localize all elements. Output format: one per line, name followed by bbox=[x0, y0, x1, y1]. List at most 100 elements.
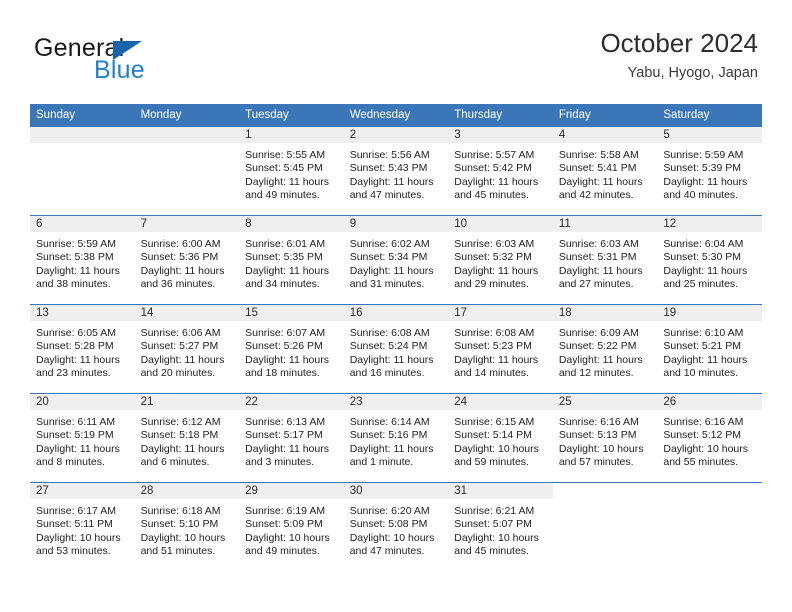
weekday-header-friday: Friday bbox=[552, 104, 658, 127]
day-number: 19 bbox=[657, 305, 762, 321]
weekday-header-monday: Monday bbox=[134, 104, 240, 127]
general-blue-logo[interactable]: General Blue bbox=[34, 34, 244, 88]
calendar-day-cell[interactable]: 11 Sunrise: 6:03 AM Sunset: 5:31 PM Dayligh… bbox=[552, 216, 658, 304]
day-number: 10 bbox=[448, 216, 553, 232]
day-number: 30 bbox=[343, 483, 449, 499]
sunset-text: Sunset: 5:35 PM bbox=[245, 251, 323, 264]
day-sun-info: Sunrise: 6:00 AM Sunset: 5:36 PM Daylight:… bbox=[135, 232, 240, 292]
calendar-day-cell[interactable]: 28 Sunrise: 6:18 AM Sunset: 5:10 PM Dayligh… bbox=[134, 483, 240, 571]
day-sun-info: Sunrise: 6:03 AM Sunset: 5:32 PM Daylight:… bbox=[448, 232, 553, 292]
calendar-day-cell[interactable]: 13 Sunrise: 6:05 AM Sunset: 5:28 PM Dayligh… bbox=[30, 305, 135, 393]
calendar-day-cell[interactable]: 18 Sunrise: 6:09 AM Sunset: 5:22 PM Dayligh… bbox=[552, 305, 658, 393]
day-number: 7 bbox=[134, 216, 240, 232]
calendar-day-cell[interactable]: 19 Sunrise: 6:10 AM Sunset: 5:21 PM Dayligh… bbox=[657, 305, 762, 393]
daylight-text: Daylight: 10 hours and 49 minutes. bbox=[245, 531, 330, 558]
calendar-day-cell[interactable]: 9 Sunrise: 6:02 AM Sunset: 5:34 PM Daylight… bbox=[343, 216, 449, 304]
daylight-text: Daylight: 11 hours and 12 minutes. bbox=[558, 353, 643, 380]
calendar-day-cell[interactable]: 29 Sunrise: 6:19 AM Sunset: 5:09 PM Dayligh… bbox=[239, 483, 344, 571]
sunset-text: Sunset: 5:28 PM bbox=[36, 340, 114, 353]
calendar-day-cell[interactable]: 16 Sunrise: 6:08 AM Sunset: 5:24 PM Dayligh… bbox=[343, 305, 449, 393]
calendar-week-row: 13 Sunrise: 6:05 AM Sunset: 5:28 PM Dayligh… bbox=[30, 304, 762, 394]
day-sun-info: Sunrise: 6:08 AM Sunset: 5:24 PM Daylight:… bbox=[344, 321, 449, 381]
sunrise-text: Sunrise: 6:14 AM bbox=[349, 416, 430, 428]
sunrise-text: Sunrise: 6:16 AM bbox=[663, 416, 744, 428]
calendar-day-cell[interactable]: 1 Sunrise: 5:55 AM Sunset: 5:45 PM Daylight… bbox=[239, 127, 344, 215]
page-header: General Blue October 2024 Yabu, Hyogo, J… bbox=[30, 28, 762, 90]
daylight-text: Daylight: 11 hours and 16 minutes. bbox=[349, 353, 434, 380]
calendar-page: General Blue October 2024 Yabu, Hyogo, J… bbox=[0, 0, 792, 612]
calendar-day-cell[interactable]: 21 Sunrise: 6:12 AM Sunset: 5:18 PM Dayligh… bbox=[134, 394, 240, 482]
day-sun-info: Sunrise: 6:17 AM Sunset: 5:11 PM Daylight:… bbox=[30, 499, 135, 559]
logo-text-blue: Blue bbox=[94, 56, 145, 84]
day-number: 12 bbox=[657, 216, 762, 232]
sunset-text: Sunset: 5:45 PM bbox=[245, 162, 323, 175]
calendar-day-cell[interactable]: 25 Sunrise: 6:16 AM Sunset: 5:13 PM Dayligh… bbox=[552, 394, 658, 482]
calendar-day-cell[interactable]: 10 Sunrise: 6:03 AM Sunset: 5:32 PM Dayligh… bbox=[448, 216, 553, 304]
calendar-day-cell[interactable]: 8 Sunrise: 6:01 AM Sunset: 5:35 PM Daylight… bbox=[239, 216, 344, 304]
day-sun-info: Sunrise: 6:19 AM Sunset: 5:09 PM Daylight:… bbox=[239, 499, 344, 559]
page-title: October 2024 bbox=[600, 28, 758, 58]
sunset-text: Sunset: 5:16 PM bbox=[349, 429, 428, 442]
sunset-text: Sunset: 5:21 PM bbox=[663, 340, 742, 353]
calendar-week-row: 1 Sunrise: 5:55 AM Sunset: 5:45 PM Daylight… bbox=[30, 126, 762, 216]
sunrise-text: Sunrise: 6:13 AM bbox=[245, 416, 326, 428]
calendar-body: 1 Sunrise: 5:55 AM Sunset: 5:45 PM Daylight… bbox=[30, 126, 762, 571]
calendar-day-cell[interactable]: 22 Sunrise: 6:13 AM Sunset: 5:17 PM Dayligh… bbox=[239, 394, 344, 482]
sunrise-text: Sunrise: 6:19 AM bbox=[245, 505, 326, 517]
calendar-day-cell[interactable]: 23 Sunrise: 6:14 AM Sunset: 5:16 PM Dayligh… bbox=[343, 394, 449, 482]
calendar-day-cell[interactable]: 31 Sunrise: 6:21 AM Sunset: 5:07 PM Dayligh… bbox=[448, 483, 553, 571]
daylight-text: Daylight: 11 hours and 25 minutes. bbox=[663, 264, 748, 291]
day-number: 27 bbox=[30, 483, 135, 499]
sunset-text: Sunset: 5:23 PM bbox=[454, 340, 532, 353]
day-sun-info: Sunrise: 5:55 AM Sunset: 5:45 PM Daylight:… bbox=[239, 143, 344, 203]
calendar-day-cell[interactable]: 30 Sunrise: 6:20 AM Sunset: 5:08 PM Dayligh… bbox=[343, 483, 449, 571]
day-number: 22 bbox=[239, 394, 344, 410]
calendar-day-cell[interactable]: 14 Sunrise: 6:06 AM Sunset: 5:27 PM Dayligh… bbox=[134, 305, 240, 393]
calendar-day-cell[interactable]: 4 Sunrise: 5:58 AM Sunset: 5:41 PM Daylight… bbox=[552, 127, 658, 215]
sunset-text: Sunset: 5:14 PM bbox=[454, 429, 532, 442]
day-sun-info: Sunrise: 6:18 AM Sunset: 5:10 PM Daylight:… bbox=[135, 499, 240, 559]
day-number: 3 bbox=[448, 127, 553, 143]
sunset-text: Sunset: 5:11 PM bbox=[36, 518, 113, 531]
sunrise-text: Sunrise: 6:00 AM bbox=[140, 238, 221, 250]
sunset-text: Sunset: 5:07 PM bbox=[454, 518, 532, 531]
calendar-day-cell[interactable]: 15 Sunrise: 6:07 AM Sunset: 5:26 PM Dayligh… bbox=[239, 305, 344, 393]
calendar-day-cell[interactable]: 12 Sunrise: 6:04 AM Sunset: 5:30 PM Dayligh… bbox=[657, 216, 762, 304]
calendar-day-cell[interactable]: 27 Sunrise: 6:17 AM Sunset: 5:11 PM Dayligh… bbox=[30, 483, 135, 571]
daylight-text: Daylight: 11 hours and 1 minute. bbox=[349, 442, 434, 469]
weekday-header-saturday: Saturday bbox=[657, 104, 762, 127]
day-number: 17 bbox=[448, 305, 553, 321]
day-sun-info: Sunrise: 6:21 AM Sunset: 5:07 PM Daylight:… bbox=[448, 499, 553, 559]
calendar-day-cell[interactable]: 17 Sunrise: 6:08 AM Sunset: 5:23 PM Dayligh… bbox=[448, 305, 553, 393]
calendar-day-cell[interactable]: 2 Sunrise: 5:56 AM Sunset: 5:43 PM Daylight… bbox=[343, 127, 449, 215]
daylight-text: Daylight: 11 hours and 23 minutes. bbox=[36, 353, 120, 380]
sunrise-text: Sunrise: 6:16 AM bbox=[558, 416, 639, 428]
sunset-text: Sunset: 5:32 PM bbox=[454, 251, 532, 264]
calendar-day-cell[interactable]: 7 Sunrise: 6:00 AM Sunset: 5:36 PM Daylight… bbox=[134, 216, 240, 304]
calendar-day-cell[interactable]: 24 Sunrise: 6:15 AM Sunset: 5:14 PM Dayligh… bbox=[448, 394, 553, 482]
daylight-text: Daylight: 11 hours and 31 minutes. bbox=[349, 264, 434, 291]
day-sun-info: Sunrise: 6:03 AM Sunset: 5:31 PM Daylight:… bbox=[553, 232, 658, 292]
sunrise-text: Sunrise: 6:08 AM bbox=[454, 327, 535, 339]
day-sun-info: Sunrise: 6:12 AM Sunset: 5:18 PM Daylight:… bbox=[135, 410, 240, 470]
day-sun-info: Sunrise: 6:01 AM Sunset: 5:35 PM Daylight:… bbox=[239, 232, 344, 292]
calendar-day-cell[interactable]: 5 Sunrise: 5:59 AM Sunset: 5:39 PM Daylight… bbox=[657, 127, 762, 215]
calendar-day-cell[interactable]: 20 Sunrise: 6:11 AM Sunset: 5:19 PM Dayligh… bbox=[30, 394, 135, 482]
daylight-text: Daylight: 11 hours and 38 minutes. bbox=[36, 264, 120, 291]
sunset-text: Sunset: 5:43 PM bbox=[349, 162, 428, 175]
day-number: 29 bbox=[239, 483, 344, 499]
day-number: 6 bbox=[30, 216, 135, 232]
day-number: 16 bbox=[343, 305, 449, 321]
calendar-day-cell[interactable]: 6 Sunrise: 5:59 AM Sunset: 5:38 PM Daylight… bbox=[30, 216, 135, 304]
day-sun-info: Sunrise: 6:10 AM Sunset: 5:21 PM Daylight:… bbox=[657, 321, 762, 381]
day-sun-info: Sunrise: 5:59 AM Sunset: 5:39 PM Daylight:… bbox=[657, 143, 762, 203]
calendar-day-cell[interactable]: 3 Sunrise: 5:57 AM Sunset: 5:42 PM Daylight… bbox=[448, 127, 553, 215]
day-sun-info: Sunrise: 6:15 AM Sunset: 5:14 PM Daylight:… bbox=[448, 410, 553, 470]
calendar-day-cell[interactable]: 26 Sunrise: 6:16 AM Sunset: 5:12 PM Dayligh… bbox=[657, 394, 762, 482]
sunrise-text: Sunrise: 6:15 AM bbox=[454, 416, 535, 428]
daylight-text: Daylight: 11 hours and 18 minutes. bbox=[245, 353, 329, 380]
daylight-text: Daylight: 11 hours and 34 minutes. bbox=[245, 264, 329, 291]
day-number: 26 bbox=[657, 394, 762, 410]
day-number: 25 bbox=[552, 394, 658, 410]
sunset-text: Sunset: 5:30 PM bbox=[663, 251, 742, 264]
